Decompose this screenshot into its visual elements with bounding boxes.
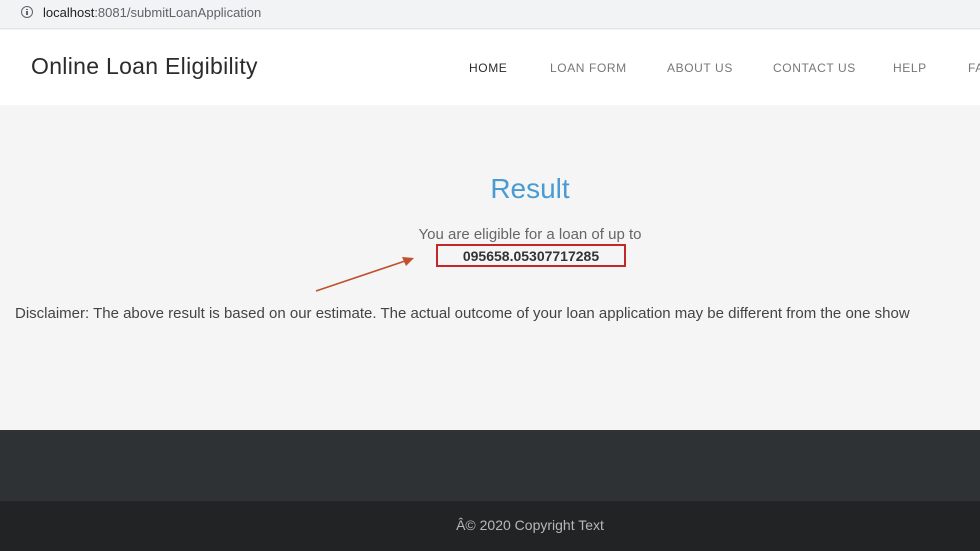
url-text[interactable]: localhost:8081/submitLoanApplication — [43, 5, 261, 20]
footer-top — [0, 430, 980, 501]
footer-bottom: Â© 2020 Copyright Text — [0, 501, 980, 551]
nav-contact-us[interactable]: CONTACT US — [773, 61, 856, 75]
url-host: localhost — [43, 5, 95, 20]
url-path: :8081/submitLoanApplication — [94, 5, 262, 20]
nav-loan-form[interactable]: LOAN FORM — [550, 61, 627, 75]
nav-faq-truncated[interactable]: FA — [968, 61, 980, 75]
result-section: Result You are eligible for a loan of up… — [0, 105, 980, 430]
result-title: Result — [490, 173, 570, 204]
address-bar[interactable]: localhost:8081/submitLoanApplication — [0, 0, 980, 29]
nav-about-us[interactable]: ABOUT US — [667, 61, 733, 75]
nav-home[interactable]: HOME — [469, 61, 507, 75]
eligibility-message: You are eligible for a loan of up to — [418, 226, 642, 243]
nav-help[interactable]: HELP — [893, 61, 927, 75]
annotation-arrow-icon — [315, 257, 414, 292]
navbar: Online Loan Eligibility HOME LOAN FORM A… — [0, 30, 980, 105]
disclaimer-text: Disclaimer: The above result is based on… — [15, 305, 910, 322]
copyright-text: Â© 2020 Copyright Text — [456, 517, 604, 533]
info-icon[interactable] — [21, 6, 33, 18]
brand-title[interactable]: Online Loan Eligibility — [31, 53, 258, 80]
loan-amount: 095658.05307717285 — [462, 248, 600, 264]
